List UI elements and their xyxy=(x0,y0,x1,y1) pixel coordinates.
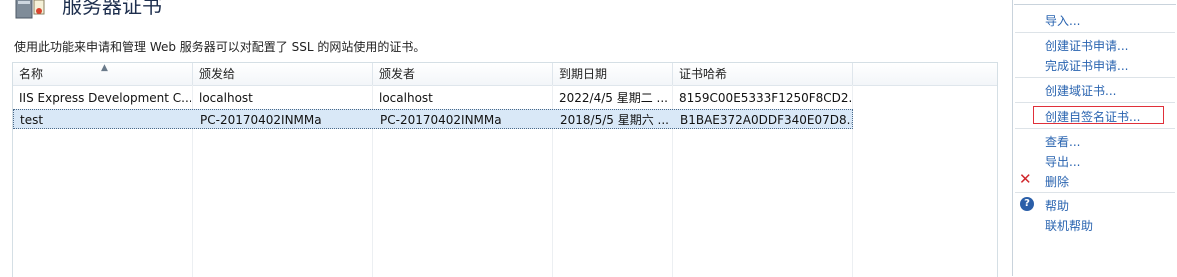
cell-certificate-hash: 8159C00E5333F1250F8CD2... xyxy=(679,91,851,105)
column-header-issued-to[interactable]: 颁发给 xyxy=(193,63,373,85)
column-header-issued-by[interactable]: 颁发者 xyxy=(373,63,553,85)
help-icon[interactable]: ? xyxy=(1020,197,1034,211)
cell-issued-to: PC-20170402INMMa xyxy=(200,113,322,127)
cell-issued-by: PC-20170402INMMa xyxy=(380,113,502,127)
pane-divider xyxy=(1015,192,1175,193)
column-header-name[interactable]: 名称 ▲ xyxy=(13,63,193,85)
pane-divider xyxy=(1015,102,1175,103)
page-description: 使用此功能来申请和管理 Web 服务器可以对配置了 SSL 的网站使用的证书。 xyxy=(14,40,426,54)
view-link[interactable]: 查看... xyxy=(1045,133,1080,150)
remove-link[interactable]: 删除 xyxy=(1045,173,1069,190)
help-link[interactable]: 帮助 xyxy=(1045,197,1069,214)
cell-expiration-date: 2018/5/5 星期六 ... xyxy=(560,113,669,127)
remove-icon[interactable]: ✕ xyxy=(1019,172,1032,187)
table-row-selected[interactable]: test PC-20170402INMMa PC-20170402INMMa 2… xyxy=(13,109,853,129)
certificates-table: 名称 ▲ 颁发给 颁发者 到期日期 证书哈希 IIS Express Devel… xyxy=(12,62,998,277)
column-header-certificate-hash[interactable]: 证书哈希 xyxy=(673,63,853,85)
cell-expiration-date: 2022/4/5 星期二 ... xyxy=(559,91,668,105)
cell-issued-to: localhost xyxy=(199,91,253,105)
cell-name: test xyxy=(20,113,44,127)
cell-issued-by: localhost xyxy=(379,91,433,105)
pane-divider xyxy=(1015,77,1175,78)
cell-certificate-hash: B1BAE372A0DDF340E07D8... xyxy=(680,113,852,127)
pane-divider xyxy=(1015,32,1175,33)
table-header: 名称 ▲ 颁发给 颁发者 到期日期 证书哈希 xyxy=(13,63,997,86)
pane-divider xyxy=(1015,128,1175,129)
pane-divider xyxy=(1014,4,1176,5)
sort-ascending-icon: ▲ xyxy=(101,63,108,73)
cell-name: IIS Express Development C... xyxy=(19,91,191,105)
create-domain-certificate-link[interactable]: 创建域证书... xyxy=(1045,82,1116,99)
complete-certificate-request-link[interactable]: 完成证书申请... xyxy=(1045,57,1128,74)
page-title: 服务器证书 xyxy=(62,0,162,18)
online-help-link[interactable]: 联机帮助 xyxy=(1045,217,1093,234)
import-link[interactable]: 导入... xyxy=(1045,12,1080,29)
page-header: 服务器证书 xyxy=(0,0,1000,22)
table-row[interactable]: IIS Express Development C... localhost l… xyxy=(13,88,853,108)
column-header-expiration-date[interactable]: 到期日期 xyxy=(553,63,673,85)
create-self-signed-certificate-link[interactable]: 创建自签名证书... xyxy=(1045,108,1140,125)
actions-pane: 导入... 创建证书申请... 完成证书申请... 创建域证书... 创建自签名… xyxy=(1013,0,1177,276)
create-certificate-request-link[interactable]: 创建证书申请... xyxy=(1045,37,1128,54)
server-certificate-icon xyxy=(15,0,45,19)
export-link[interactable]: 导出... xyxy=(1045,153,1080,170)
